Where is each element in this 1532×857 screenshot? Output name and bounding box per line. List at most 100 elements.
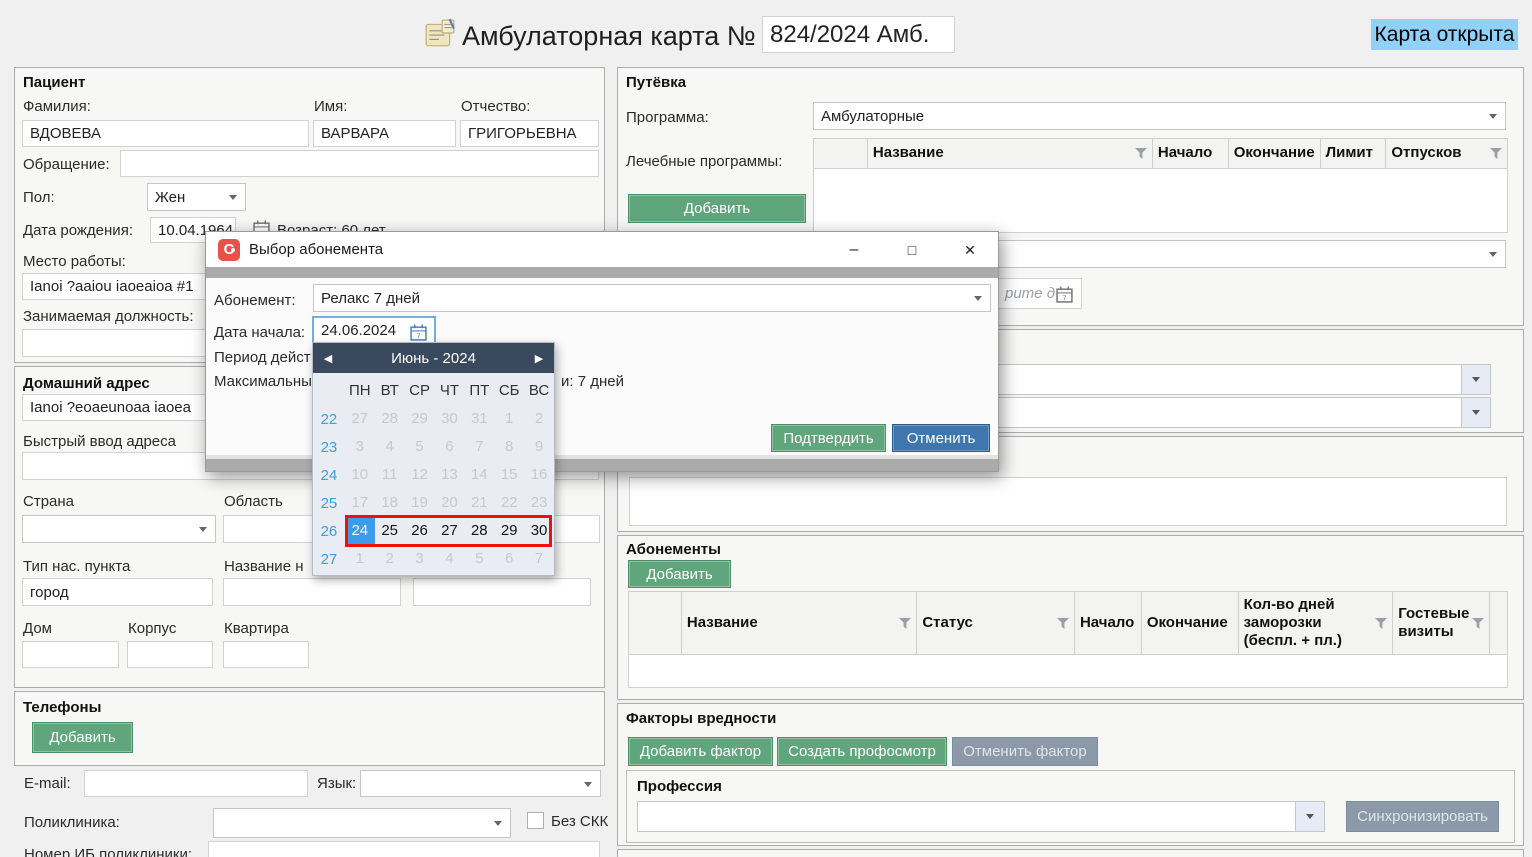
filter-icon[interactable] (1135, 148, 1147, 159)
dialog-title: Выбор абонемента (249, 241, 383, 258)
card-status-badge[interactable]: Карта открыта (1371, 19, 1518, 50)
house-field[interactable] (22, 641, 119, 668)
filter-icon[interactable] (1057, 618, 1069, 629)
filter-icon[interactable] (1375, 618, 1387, 629)
day-cell[interactable]: 28 (375, 406, 405, 432)
day-cell[interactable]: 27 (345, 406, 375, 432)
add-treatment-button[interactable]: Добавить (628, 194, 806, 223)
calendar-icon[interactable]: 7 (1056, 286, 1073, 303)
filter-icon[interactable] (1490, 148, 1502, 159)
middlename-field[interactable]: ГРИГОРЬЕВНА (460, 120, 599, 147)
calendar-icon[interactable]: 7 (410, 324, 427, 341)
settlement-name-field[interactable] (223, 578, 401, 606)
day-cell[interactable]: 15 (494, 462, 524, 488)
week-number: 23 (313, 439, 345, 456)
building-field[interactable] (127, 641, 213, 668)
day-cell[interactable]: 11 (375, 462, 405, 488)
day-cell[interactable]: 21 (464, 490, 494, 516)
day-cell[interactable]: 20 (435, 490, 465, 516)
chevron-down-icon[interactable] (1295, 802, 1324, 831)
day-cell[interactable]: 30 (524, 518, 554, 544)
settlement-type-field[interactable]: город (22, 578, 213, 606)
profession-select[interactable] (637, 801, 1325, 832)
day-cell[interactable]: 19 (405, 490, 435, 516)
profession-box: Профессия Синхронизировать (626, 770, 1515, 843)
close-button[interactable]: ✕ (954, 237, 986, 263)
day-cell[interactable]: 5 (464, 546, 494, 572)
subscription-select[interactable]: Релакс 7 дней (313, 284, 991, 312)
day-cell[interactable]: 6 (435, 434, 465, 460)
apartment-field[interactable] (223, 641, 309, 668)
filter-icon[interactable] (899, 618, 911, 629)
day-cell[interactable]: 27 (435, 518, 465, 544)
day-cell[interactable]: 30 (435, 406, 465, 432)
day-cell[interactable]: 4 (435, 546, 465, 572)
ib-number-field[interactable] (208, 841, 600, 857)
day-cell[interactable]: 28 (464, 518, 494, 544)
chevron-down-icon[interactable] (1461, 398, 1490, 427)
settlement-extra-field[interactable] (413, 578, 591, 606)
table-col-guest-visits: Гостевые визиты (1393, 592, 1490, 654)
day-cell[interactable]: 14 (464, 462, 494, 488)
filter-icon[interactable] (1472, 618, 1484, 629)
minimize-button[interactable]: – (838, 237, 870, 263)
day-cell[interactable]: 3 (405, 546, 435, 572)
day-cell[interactable]: 2 (375, 546, 405, 572)
day-cell[interactable]: 2 (524, 406, 554, 432)
day-cell[interactable]: 22 (494, 490, 524, 516)
day-cell[interactable]: 13 (435, 462, 465, 488)
day-cell[interactable]: 4 (375, 434, 405, 460)
day-cell[interactable]: 17 (345, 490, 375, 516)
add-factor-button[interactable]: Добавить фактор (628, 737, 773, 766)
day-cell[interactable]: 9 (524, 434, 554, 460)
language-select[interactable] (360, 770, 601, 797)
create-exam-button[interactable]: Создать профосмотр (777, 737, 947, 766)
day-cell[interactable]: 1 (494, 406, 524, 432)
salutation-field[interactable] (120, 150, 599, 177)
day-cell[interactable]: 8 (494, 434, 524, 460)
day-cell[interactable]: 10 (345, 462, 375, 488)
page-title: Амбулаторная карта № (462, 21, 756, 52)
lastname-field[interactable]: ВДОВЕВА (22, 120, 309, 147)
polyclinic-select[interactable] (213, 808, 511, 838)
card-number-input[interactable]: 824/2024 Амб. (762, 16, 955, 53)
day-cell[interactable]: 29 (494, 518, 524, 544)
prev-month-icon[interactable]: ◀ (313, 343, 343, 373)
day-cell[interactable]: 5 (405, 434, 435, 460)
table-col-limit: Лимит (1321, 139, 1387, 168)
day-cell-selected[interactable]: 24 (345, 518, 375, 544)
day-cell[interactable]: 29 (405, 406, 435, 432)
day-cell[interactable]: 16 (524, 462, 554, 488)
country-select[interactable] (22, 515, 216, 543)
day-cell[interactable]: 12 (405, 462, 435, 488)
maximize-button[interactable]: □ (896, 237, 928, 263)
next-month-icon[interactable]: ▶ (524, 343, 554, 373)
day-cell[interactable]: 6 (494, 546, 524, 572)
no-skk-checkbox[interactable] (527, 812, 544, 829)
program-select[interactable]: Амбулаторные (813, 102, 1506, 130)
firstname-field[interactable]: ВАРВАРА (313, 120, 456, 147)
subscriptions-table-body (628, 655, 1508, 688)
day-cell[interactable]: 18 (375, 490, 405, 516)
day-cell[interactable]: 7 (464, 434, 494, 460)
cancel-button[interactable]: Отменить (892, 424, 990, 452)
add-phone-button[interactable]: Добавить (32, 722, 133, 753)
week-number: 25 (313, 495, 345, 512)
settlement-name-label: Название н (224, 558, 303, 575)
day-cell[interactable]: 31 (464, 406, 494, 432)
add-subscription-button[interactable]: Добавить (628, 560, 731, 588)
day-cell[interactable]: 26 (405, 518, 435, 544)
day-cell[interactable]: 1 (345, 546, 375, 572)
day-cell[interactable]: 25 (375, 518, 405, 544)
chevron-down-icon[interactable] (1461, 365, 1490, 394)
address-title: Домашний адрес (23, 375, 150, 392)
email-field[interactable] (84, 770, 308, 797)
confirm-button[interactable]: Подтвердить (771, 424, 886, 452)
country-label: Страна (23, 493, 74, 510)
startdate-field[interactable]: 24.06.2024 7 (312, 316, 436, 345)
day-cell[interactable]: 23 (524, 490, 554, 516)
day-cell[interactable]: 7 (524, 546, 554, 572)
table-col-name: Название (868, 139, 1153, 168)
day-cell[interactable]: 3 (345, 434, 375, 460)
gender-select[interactable]: Жен (147, 183, 246, 211)
